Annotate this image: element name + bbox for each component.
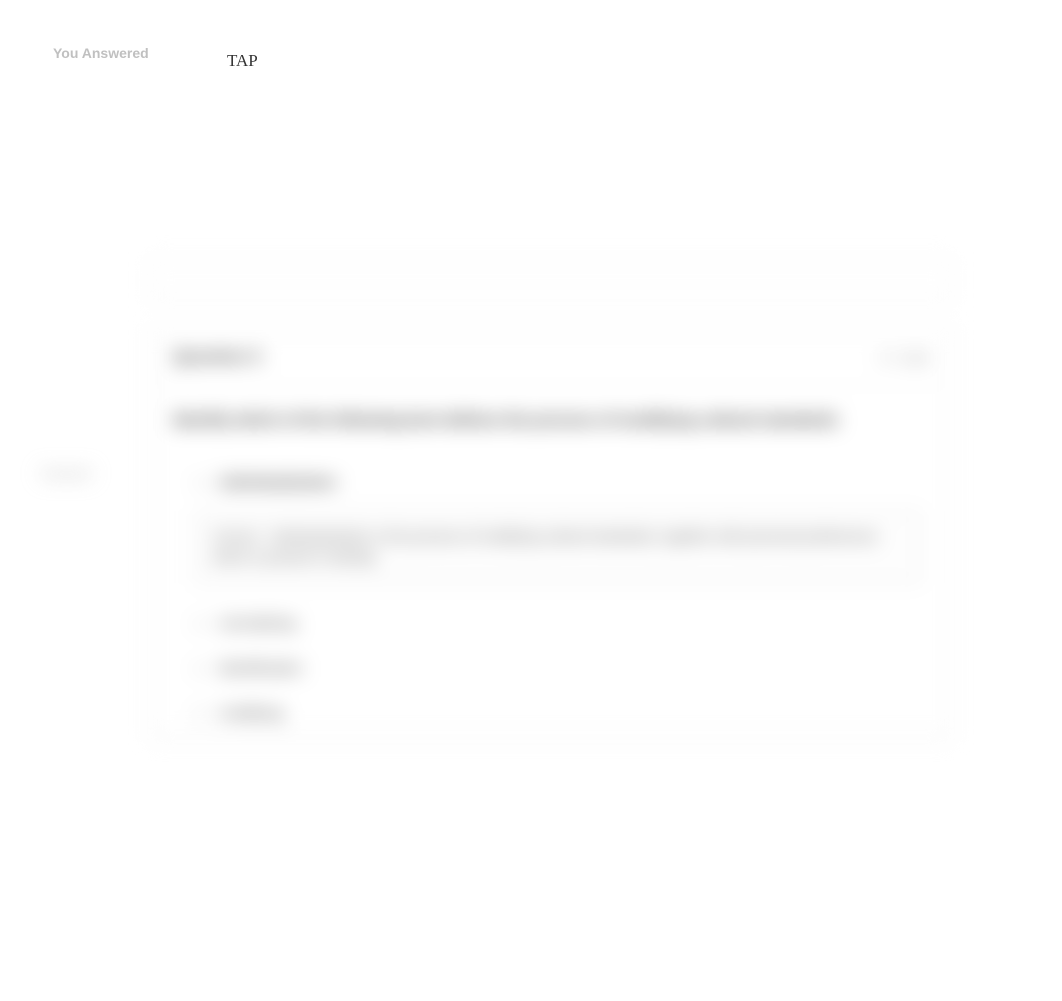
answer-option-4: modifying [151,691,951,736]
answer-option-1: individualization [151,460,951,505]
question-points: 1 / 1 pts [879,349,929,365]
answer-feedback: Correct - Individualization is the proce… [195,511,921,583]
radio-icon [195,619,205,629]
answer-option-3: identification [151,646,951,691]
question-card: Question 3 1 / 1 pts Identify which of t… [150,328,952,737]
question-header: Question 3 1 / 1 pts [151,329,951,386]
answer-option-3-text: identification [219,660,302,677]
question-prompt: Identify which of the following best def… [151,386,951,460]
blurred-preview-area: Question 3 1 / 1 pts Identify which of t… [50,260,952,737]
answer-option-2: normalizing [151,601,951,646]
answer-option-4-text: modifying [219,705,283,722]
radio-icon [195,709,205,719]
answer-option-2-text: normalizing [219,615,296,632]
answer-section: Correct! individualization Correct - Ind… [151,460,951,736]
question-number: Question 3 [173,347,261,367]
correct-indicator: Correct! [41,466,92,481]
radio-icon [195,478,205,488]
previous-card-fragment [150,260,952,300]
tap-answer-text: TAP [227,51,258,71]
radio-icon [195,664,205,674]
answer-option-1-text: individualization [219,474,337,491]
you-answered-label: You Answered [53,45,149,61]
